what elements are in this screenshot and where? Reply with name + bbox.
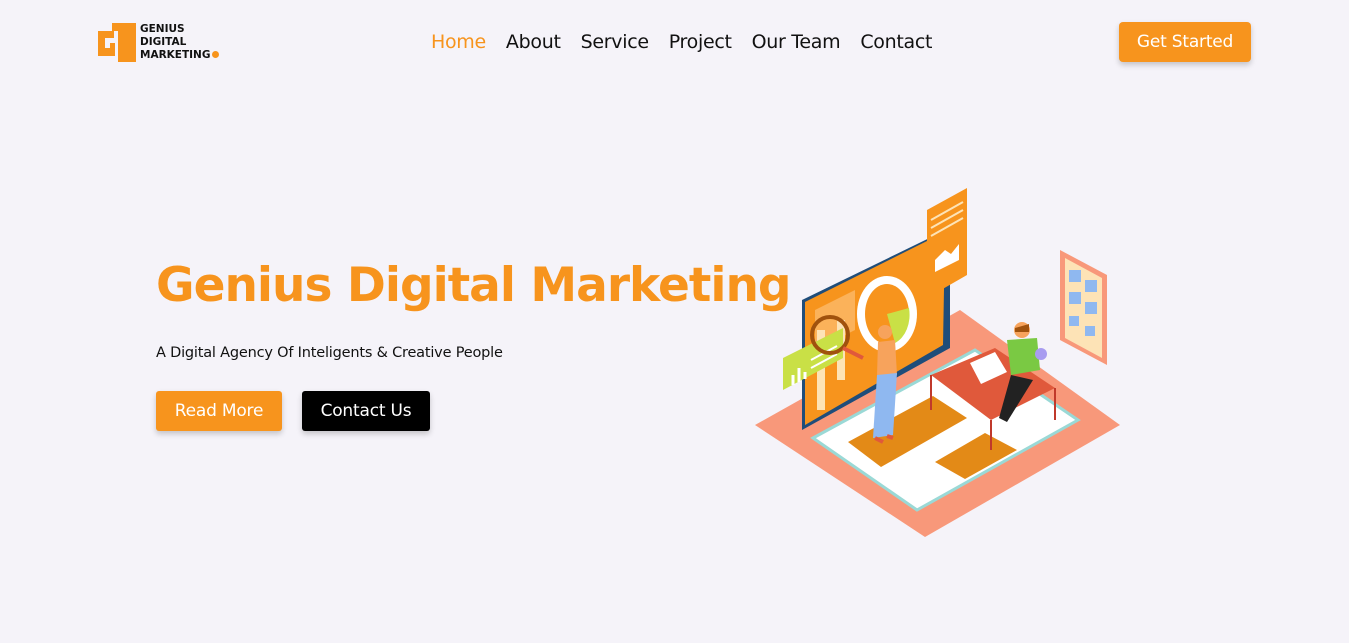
logo-line-2: DIGITAL: [140, 35, 187, 48]
get-started-button[interactable]: Get Started: [1119, 22, 1251, 62]
read-more-button[interactable]: Read More: [156, 391, 282, 431]
nav-home[interactable]: Home: [431, 29, 486, 55]
nav-about[interactable]: About: [506, 29, 561, 55]
logo-dot-icon: [212, 50, 220, 58]
brand-logo[interactable]: GENIUS DIGITAL MARKETING: [98, 22, 233, 62]
logo-line-1: GENIUS: [140, 22, 185, 35]
main-nav: Home About Service Project Our Team Cont…: [431, 29, 952, 55]
logo-line-3: MARKETING: [140, 49, 220, 62]
nav-project[interactable]: Project: [669, 29, 732, 55]
marketing-analytics-illustration-icon: [745, 180, 1135, 545]
page: GENIUS DIGITAL MARKETING Home About Serv…: [0, 0, 1349, 643]
nav-service[interactable]: Service: [581, 29, 649, 55]
contact-us-button[interactable]: Contact Us: [302, 391, 430, 431]
logo-text: GENIUS DIGITAL MARKETING: [140, 22, 220, 62]
logo-mark-icon: [98, 22, 136, 62]
hero-subtitle: A Digital Agency Of Inteligents & Creati…: [156, 345, 503, 361]
hero-title: Genius Digital Marketing: [156, 258, 792, 313]
nav-contact[interactable]: Contact: [860, 29, 932, 55]
nav-our-team[interactable]: Our Team: [752, 29, 841, 55]
